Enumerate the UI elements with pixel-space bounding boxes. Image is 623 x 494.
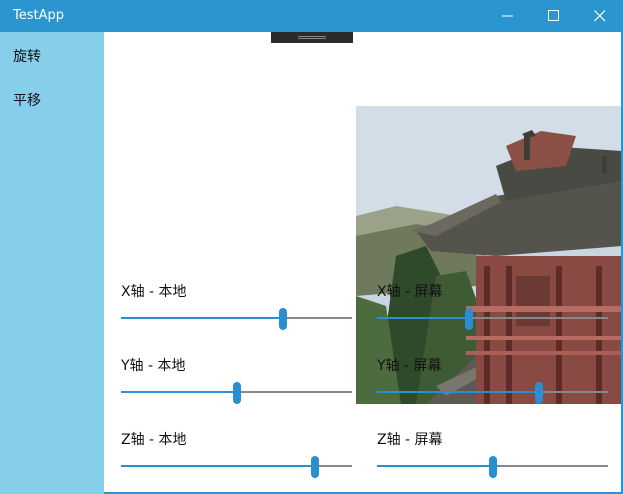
maximize-button[interactable]: [531, 0, 577, 32]
z-screen-label: Z轴 - 屏幕: [377, 432, 443, 448]
sidebar: 旋转 平移: [0, 32, 104, 494]
z-local-label: Z轴 - 本地: [121, 432, 187, 448]
minimize-button[interactable]: [485, 0, 531, 32]
x-local-label: X轴 - 本地: [121, 284, 187, 300]
slider-fill: [121, 391, 237, 393]
slider-fill: [377, 317, 470, 319]
maximize-icon: [548, 10, 559, 21]
close-icon: [594, 10, 606, 22]
slider-thumb[interactable]: [278, 308, 287, 330]
z-local-slider[interactable]: [121, 456, 352, 478]
title-bar: TestApp: [0, 0, 623, 32]
slider-thumb[interactable]: [534, 382, 543, 404]
slider-fill: [377, 391, 539, 393]
close-button[interactable]: [577, 0, 623, 32]
slider-thumb[interactable]: [465, 308, 474, 330]
slider-fill: [121, 317, 283, 319]
y-local-slider[interactable]: [121, 382, 352, 404]
x-local-slider[interactable]: [121, 308, 352, 330]
slider-thumb[interactable]: [232, 382, 241, 404]
slider-fill: [377, 465, 493, 467]
y-local-label: Y轴 - 本地: [121, 358, 186, 374]
window-title: TestApp: [13, 8, 64, 23]
nav-item-translate[interactable]: 平移: [13, 90, 41, 110]
slider-thumb[interactable]: [311, 456, 320, 478]
minimize-icon: [502, 15, 513, 17]
y-screen-slider[interactable]: [377, 382, 608, 404]
y-screen-label: Y轴 - 屏幕: [377, 358, 442, 374]
drag-handle[interactable]: [271, 32, 353, 43]
x-screen-slider[interactable]: [377, 308, 608, 330]
slider-thumb[interactable]: [488, 456, 497, 478]
x-screen-label: X轴 - 屏幕: [377, 284, 443, 300]
slider-fill: [121, 465, 316, 467]
z-screen-slider[interactable]: [377, 456, 608, 478]
nav-item-rotate[interactable]: 旋转: [13, 46, 41, 66]
